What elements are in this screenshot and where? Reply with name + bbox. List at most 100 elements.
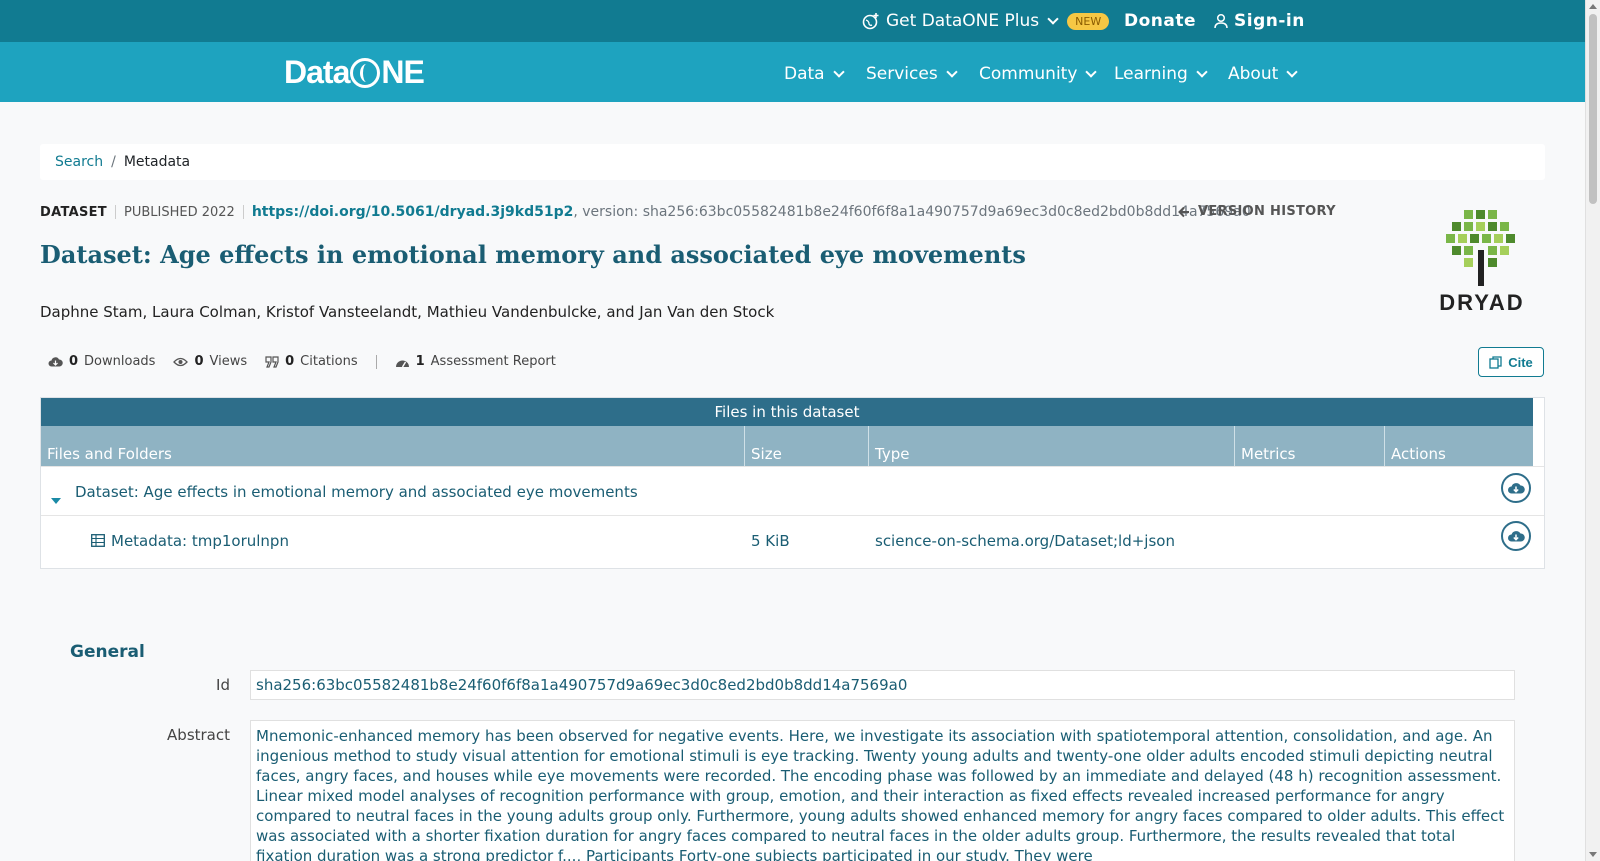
divider (114, 205, 116, 219)
metrics-divider (375, 354, 377, 369)
files-table-title: Files in this dataset (41, 398, 1533, 426)
file-size: 5 KiB (751, 532, 790, 550)
id-label: Id (216, 676, 230, 694)
breadcrumb-separator: / (111, 154, 116, 170)
sign-in-link[interactable]: Sign-in (1214, 11, 1305, 31)
nav-community-label: Community (979, 64, 1078, 84)
metrics-bar: 0 Downloads 0 Views 0 Citations 1 Assess… (48, 354, 556, 369)
globe-icon (350, 57, 381, 88)
nav-data-label: Data (784, 64, 825, 84)
breadcrumb-current: Metadata (123, 154, 191, 170)
new-badge: NEW (1067, 12, 1110, 30)
views-label: Views (209, 354, 248, 369)
scroll-down-icon[interactable] (1589, 852, 1597, 857)
table-row[interactable]: Dataset: Age effects in emotional memory… (41, 466, 1544, 516)
chevron-down-icon (946, 66, 958, 78)
scrollbar-thumb[interactable] (1589, 14, 1597, 204)
expand-caret-icon[interactable] (51, 490, 61, 508)
logo-text: Data (284, 54, 350, 90)
doi-link[interactable]: https://doi.org/10.5061/dryad.3j9kd51p2 (252, 204, 574, 220)
donate-link[interactable]: Donate (1124, 11, 1196, 31)
chevron-down-icon (1047, 13, 1059, 25)
chevron-down-icon (1085, 66, 1098, 78)
dataset-meta-line: DATASET PUBLISHED 2022 https://doi.org/1… (40, 204, 1251, 220)
citations-label: Citations (300, 354, 358, 369)
cite-button[interactable]: Cite (1478, 347, 1544, 377)
nav-data[interactable]: Data (784, 64, 845, 84)
table-row[interactable]: Metadata: tmp1orulnpn 5 KiB science-on-s… (41, 515, 1544, 565)
download-button[interactable] (1501, 473, 1531, 503)
cite-button-label: Cite (1508, 354, 1533, 370)
cloud-download-icon (48, 356, 63, 366)
logo-text-ne: NE (381, 54, 424, 90)
dryad-tree-icon (1446, 210, 1515, 286)
column-header-type[interactable]: Type (869, 426, 1235, 466)
nav-about-label: About (1228, 64, 1279, 84)
sign-in-label: Sign-in (1234, 11, 1305, 31)
nav-learning-label: Learning (1114, 64, 1188, 84)
nav-about[interactable]: About (1228, 64, 1298, 84)
column-header-size[interactable]: Size (745, 426, 869, 466)
id-value: sha256:63bc05582481b8e24f60f6f8a1a490757… (250, 670, 1515, 700)
citations-count: 0 (285, 354, 295, 369)
breadcrumb: Search / Metadata (40, 144, 1545, 180)
get-dataone-plus-label: Get DataONE Plus (886, 11, 1040, 31)
page-scrollbar[interactable] (1585, 0, 1600, 861)
assessment-label: Assessment Report (430, 354, 556, 369)
abstract-value: Mnemonic-enhanced memory has been observ… (250, 720, 1515, 861)
version-history-link[interactable]: VERSION HISTORY (1178, 204, 1336, 219)
files-table-columns: Files and Folders Size Type Metrics Acti… (41, 426, 1533, 466)
column-header-actions[interactable]: Actions (1385, 426, 1533, 466)
dashboard-gauge-icon (395, 360, 409, 367)
get-dataone-plus-link[interactable]: Get DataONE Plus NEW (862, 11, 1110, 31)
assessment-count: 1 (415, 354, 425, 369)
column-header-files[interactable]: Files and Folders (41, 426, 745, 466)
version-text: , version: sha256:63bc05582481b8e24f60f6… (573, 204, 1251, 220)
top-bar: Get DataONE Plus NEW Donate Sign-in (0, 0, 1586, 42)
user-icon (1214, 13, 1228, 29)
abstract-label: Abstract (167, 726, 230, 744)
dataone-logo[interactable]: Data NE (284, 54, 425, 91)
quote-icon (265, 355, 279, 368)
published-label: PUBLISHED 2022 (123, 204, 235, 220)
scroll-up-icon[interactable] (1589, 4, 1597, 9)
file-type: science-on-schema.org/Dataset;ld+json (875, 532, 1175, 550)
main-navbar: Data NE Data Services Community Learning … (0, 42, 1586, 102)
download-button[interactable] (1501, 521, 1531, 551)
divider (242, 205, 244, 219)
dryad-logo[interactable]: DRYAD (1430, 208, 1534, 318)
views-count: 0 (194, 354, 204, 369)
arrow-left-icon (1178, 206, 1189, 217)
breadcrumb-search-link[interactable]: Search (55, 154, 103, 170)
nav-services-label: Services (866, 64, 938, 84)
version-history-label: VERSION HISTORY (1198, 204, 1336, 219)
copy-icon (1489, 355, 1502, 369)
cloud-download-icon (1508, 483, 1525, 494)
folder-name[interactable]: Dataset: Age effects in emotional memory… (75, 483, 638, 501)
donate-label: Donate (1124, 11, 1197, 31)
table-icon (91, 533, 105, 551)
general-section-title: General (70, 642, 145, 662)
dataset-type-label: DATASET (40, 204, 107, 220)
assessment-report-metric[interactable]: 1 Assessment Report (395, 354, 556, 369)
column-header-metrics[interactable]: Metrics (1235, 426, 1385, 466)
eye-icon (173, 357, 189, 366)
chevron-down-icon (832, 66, 845, 78)
file-name[interactable]: Metadata: tmp1orulnpn (111, 532, 289, 550)
chevron-down-icon (1196, 66, 1208, 78)
files-table: Files in this dataset Files and Folders … (40, 397, 1545, 569)
authors-list: Daphne Stam, Laura Colman, Kristof Vanst… (40, 303, 775, 321)
downloads-count: 0 (69, 354, 79, 369)
views-metric[interactable]: 0 Views (173, 354, 247, 369)
nav-community[interactable]: Community (979, 64, 1098, 84)
downloads-metric[interactable]: 0 Downloads (48, 354, 155, 369)
cloud-download-icon (1508, 531, 1525, 542)
nav-learning[interactable]: Learning (1114, 64, 1208, 84)
dryad-logo-text: DRYAD (1439, 290, 1525, 315)
downloads-label: Downloads (84, 354, 156, 369)
chevron-down-icon (1286, 66, 1298, 78)
citations-metric[interactable]: 0 Citations (265, 354, 358, 369)
globe-plus-icon (862, 13, 879, 30)
nav-services[interactable]: Services (866, 64, 958, 84)
page-title: Dataset: Age effects in emotional memory… (40, 240, 1026, 269)
